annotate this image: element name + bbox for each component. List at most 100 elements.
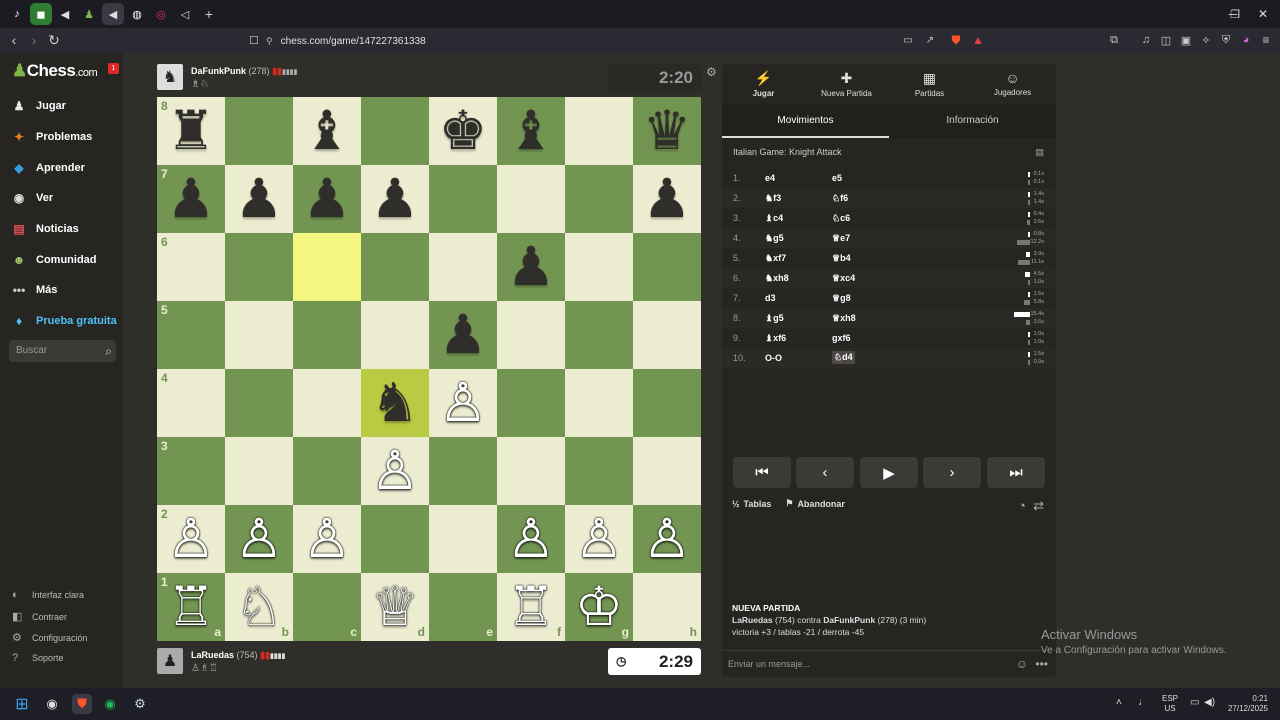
new-tab-button[interactable]: + — [198, 3, 220, 25]
square-h3[interactable] — [633, 437, 701, 505]
white-move[interactable]: ♞xf7 — [765, 253, 786, 264]
square-f7[interactable] — [497, 165, 565, 233]
sidebar-footer-item[interactable]: ⚙ Configuración — [12, 631, 88, 644]
vpn-icon[interactable]: ⛨ — [1216, 30, 1236, 50]
square-g4[interactable] — [565, 369, 633, 437]
white-move[interactable]: ♝xf6 — [765, 333, 786, 344]
draw-icon[interactable]: ½ — [732, 499, 740, 509]
square-h6[interactable] — [633, 233, 701, 301]
square-f4[interactable] — [497, 369, 565, 437]
piece-f2[interactable]: ♙ — [507, 505, 555, 573]
square-d3[interactable]: ♙ — [361, 437, 429, 505]
black-move[interactable]: ♕g8 — [832, 293, 851, 304]
white-move[interactable]: O-O — [765, 353, 782, 363]
square-d7[interactable]: ♟ — [361, 165, 429, 233]
url-text[interactable]: chess.com/game/147227361338 — [281, 36, 426, 47]
sidebar-footer-item[interactable]: ◐ Interfaz clara — [12, 589, 84, 601]
square-g1[interactable]: g ♔ — [565, 573, 633, 641]
square-e8[interactable]: ♚ — [429, 97, 497, 165]
square-b5[interactable] — [225, 301, 293, 369]
spotify-icon[interactable]: ◉ — [100, 694, 120, 714]
tab-muted[interactable]: ◁ — [174, 3, 196, 25]
piece-c2[interactable]: ♙ — [303, 505, 351, 573]
square-h5[interactable] — [633, 301, 701, 369]
reload-icon[interactable]: ↻ — [44, 30, 64, 50]
square-b1[interactable]: b ♘ — [225, 573, 293, 641]
piece-a1[interactable]: ♖ — [167, 573, 215, 641]
square-c7[interactable]: ♟ — [293, 165, 361, 233]
square-b2[interactable]: ♙ — [225, 505, 293, 573]
windows-start-icon[interactable]: ⊞ — [12, 694, 32, 714]
panel-tab-partidas[interactable]: ▦ Partidas — [888, 64, 971, 104]
square-f6[interactable]: ♟ — [497, 233, 565, 301]
next-move-button[interactable]: › — [923, 457, 981, 488]
sidebar-item-aprender[interactable]: ◆ Aprender — [10, 157, 85, 179]
close-window-button[interactable]: ✕ — [1246, 0, 1280, 28]
mic-icon[interactable]: ♩ — [1138, 697, 1148, 708]
square-h1[interactable]: h — [633, 573, 701, 641]
add-time-icon[interactable]: ◔ — [1018, 498, 1026, 513]
square-a3[interactable]: 3 — [157, 437, 225, 505]
black-move[interactable]: gxf6 — [832, 333, 851, 343]
sidebar-toggle-icon[interactable]: ⧉ — [1104, 30, 1124, 50]
square-f8[interactable]: ♝ — [497, 97, 565, 165]
square-b8[interactable] — [225, 97, 293, 165]
menu-icon[interactable]: ≡ — [1256, 30, 1276, 50]
white-move[interactable]: ♞f3 — [765, 193, 781, 204]
reader-icon[interactable]: ▭ — [898, 30, 918, 50]
tab-audio[interactable]: ◀ — [54, 3, 76, 25]
square-c8[interactable]: ♝ — [293, 97, 361, 165]
opponent-avatar[interactable]: ♞ — [157, 64, 183, 90]
square-d1[interactable]: d ♕ — [361, 573, 429, 641]
first-move-button[interactable]: ⏮ — [733, 457, 791, 488]
white-move[interactable]: ♝g5 — [765, 313, 784, 324]
prev-move-button[interactable]: ‹ — [796, 457, 854, 488]
last-move-button[interactable]: ⏭ — [987, 457, 1045, 488]
square-f5[interactable] — [497, 301, 565, 369]
share-icon[interactable]: ↗ — [920, 30, 940, 50]
back-icon[interactable]: ‹ — [4, 30, 24, 50]
brave-browser-icon[interactable]: ⛊ — [72, 694, 92, 714]
square-e7[interactable] — [429, 165, 497, 233]
piece-g2[interactable]: ♙ — [575, 505, 623, 573]
piece-d1[interactable]: ♕ — [371, 573, 419, 641]
black-move[interactable]: e5 — [832, 173, 842, 183]
sidebar-item-problemas[interactable]: ✦ Problemas — [10, 126, 92, 148]
piece-b2[interactable]: ♙ — [235, 505, 283, 573]
tab-chrome[interactable]: ◍ — [126, 3, 148, 25]
square-g8[interactable] — [565, 97, 633, 165]
square-a6[interactable]: 6 — [157, 233, 225, 301]
opening-name[interactable]: Italian Game: Knight Attack — [733, 147, 842, 157]
tab-audio-active[interactable]: ◀ — [102, 3, 124, 25]
sidebar-item-jugar[interactable]: ♟ Jugar — [10, 95, 66, 117]
square-e4[interactable]: ♙ — [429, 369, 497, 437]
steam-icon[interactable]: ⚙ — [130, 694, 150, 714]
square-g5[interactable] — [565, 301, 633, 369]
sidebar-item-comunidad[interactable]: ☻ Comunidad — [10, 249, 97, 271]
search-icon[interactable]: ⌕ — [105, 340, 112, 362]
flip-board-icon[interactable]: ⇄ — [1033, 498, 1044, 513]
piece-b7[interactable]: ♟ — [235, 165, 283, 233]
tray-chevron-icon[interactable]: ˄ — [1116, 697, 1122, 708]
white-move[interactable]: e4 — [765, 173, 775, 183]
piece-e4[interactable]: ♙ — [439, 369, 487, 437]
piece-f6[interactable]: ♟ — [507, 233, 555, 301]
square-c6[interactable] — [293, 233, 361, 301]
square-a4[interactable]: 4 — [157, 369, 225, 437]
piece-a8[interactable]: ♜ — [167, 97, 215, 165]
square-d5[interactable] — [361, 301, 429, 369]
square-f3[interactable] — [497, 437, 565, 505]
piece-g1[interactable]: ♔ — [575, 573, 623, 641]
panel-tab-jugar[interactable]: ⚡ Jugar — [722, 64, 805, 104]
network-icon[interactable]: ▭ — [1190, 697, 1199, 708]
square-b3[interactable] — [225, 437, 293, 505]
piece-d4[interactable]: ♞ — [371, 369, 419, 437]
square-h2[interactable]: ♙ — [633, 505, 701, 573]
black-move[interactable]: ♘d4 — [832, 351, 855, 364]
chess-logo[interactable]: ♟Chess.com — [12, 61, 98, 81]
bookmark-icon[interactable]: ☐ — [244, 30, 264, 50]
flag-resign-icon[interactable]: ⚑ — [785, 498, 793, 509]
tab-chess[interactable]: ♟ — [78, 3, 100, 25]
black-move[interactable]: ♕e7 — [832, 233, 850, 244]
square-g7[interactable] — [565, 165, 633, 233]
